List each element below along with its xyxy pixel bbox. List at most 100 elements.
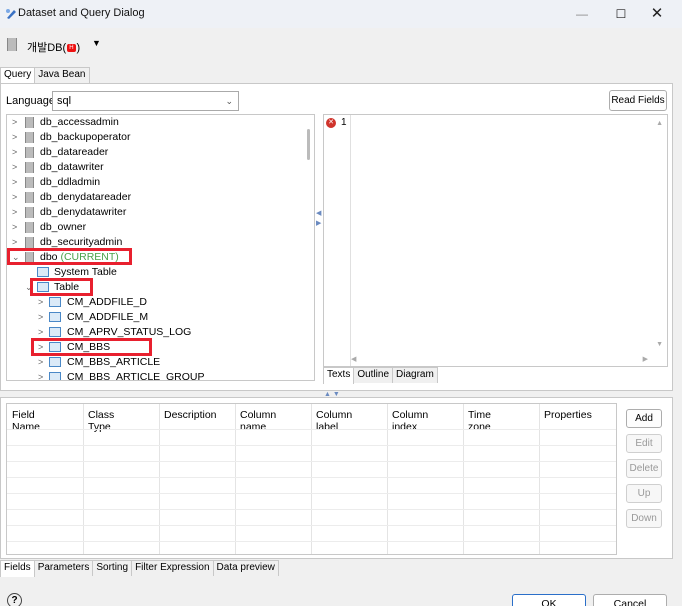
tab-texts[interactable]: Texts — [323, 367, 355, 384]
ok-button[interactable]: OK — [512, 594, 586, 606]
app-icon — [6, 9, 16, 19]
editor-tabs: Texts Outline Diagram — [323, 367, 438, 384]
column-divider — [387, 404, 388, 554]
schema-icon — [25, 192, 34, 203]
window-title: Dataset and Query Dialog — [18, 7, 145, 19]
tree-item-label: db_denydatawriter — [40, 206, 127, 218]
tab-diagram[interactable]: Diagram — [392, 367, 438, 383]
database-icon — [7, 38, 17, 51]
down-button[interactable]: Down — [626, 509, 662, 528]
chevron-right-icon[interactable]: > — [12, 220, 22, 235]
row-divider — [7, 429, 616, 430]
bottom-tabs: Fields Parameters Sorting Filter Express… — [0, 560, 279, 577]
chevron-down-icon: ⌄ — [225, 96, 233, 106]
splitter-arrows-icon[interactable]: ◀ ▶ — [316, 209, 321, 229]
chevron-right-icon[interactable]: > — [12, 190, 22, 205]
datasource-badge: H — [67, 44, 76, 52]
row-divider — [7, 461, 616, 462]
tree-item-label: CM_ADDFILE_D — [67, 296, 147, 308]
tree-item-label: db_datawriter — [40, 161, 104, 173]
schema-icon — [25, 162, 34, 173]
column-divider — [463, 404, 464, 554]
top-tabs: Query Java Bean — [0, 67, 90, 84]
row-divider — [7, 493, 616, 494]
tab-parameters[interactable]: Parameters — [33, 560, 94, 576]
chevron-right-icon[interactable]: > — [38, 355, 48, 370]
row-divider — [7, 541, 616, 542]
table-icon — [49, 312, 61, 322]
column-divider — [235, 404, 236, 554]
column-divider — [311, 404, 312, 554]
scroll-right-icon[interactable]: ▶ — [643, 355, 648, 363]
error-icon: ✕ — [326, 118, 336, 128]
datasource-selector[interactable]: 개발DB(H) — [27, 39, 80, 55]
language-value: sql — [57, 95, 72, 107]
tab-query[interactable]: Query — [0, 67, 36, 84]
tree-scrollbar[interactable] — [307, 129, 310, 160]
language-label: Language — [6, 95, 55, 107]
dialog-button-bar: ? OK Cancel — [0, 582, 682, 606]
tree-item-label: db_owner — [40, 221, 87, 233]
chevron-right-icon[interactable]: > — [12, 205, 22, 220]
chevron-right-icon[interactable]: > — [12, 115, 22, 130]
tree-item-label: db_datareader — [40, 146, 109, 158]
read-fields-button[interactable]: Read Fields — [609, 90, 667, 111]
datasource-bar: 개발DB(H) ▼ — [0, 28, 682, 64]
column-divider — [539, 404, 540, 554]
editor-gutter — [350, 115, 351, 366]
chevron-right-icon[interactable]: > — [38, 295, 48, 310]
tree-item-label: db_backupoperator — [40, 131, 131, 143]
scroll-left-icon[interactable]: ◀ — [351, 355, 356, 363]
chevron-right-icon[interactable]: > — [12, 130, 22, 145]
add-button[interactable]: Add — [626, 409, 662, 428]
tree-item-label: db_accessadmin — [40, 116, 119, 128]
tab-outline[interactable]: Outline — [353, 367, 394, 383]
chevron-right-icon[interactable]: > — [12, 145, 22, 160]
tree-item-label: CM_ADDFILE_M — [67, 311, 149, 323]
delete-button[interactable]: Delete — [626, 459, 662, 478]
table-folder-icon — [37, 267, 49, 277]
tree-item-label: db_denydatareader — [40, 191, 132, 203]
column-header[interactable]: Description — [164, 409, 217, 421]
schema-icon — [25, 147, 34, 158]
cancel-button[interactable]: Cancel — [593, 594, 667, 606]
up-button[interactable]: Up — [626, 484, 662, 503]
tree-item-label: db_ddladmin — [40, 176, 101, 188]
chevron-right-icon[interactable]: > — [38, 370, 48, 380]
highlight-box-cm-bbs — [31, 338, 152, 356]
column-divider — [159, 404, 160, 554]
table-icon — [49, 357, 61, 367]
help-icon[interactable]: ? — [7, 593, 22, 606]
schema-tree[interactable]: > db_accessadmin > db_backupoperator > db_d… — [6, 114, 315, 381]
column-header[interactable]: Properties — [544, 409, 592, 421]
schema-icon — [25, 117, 34, 128]
scroll-up-icon[interactable]: ▲ — [656, 120, 663, 127]
line-number: 1 — [341, 117, 347, 128]
chevron-right-icon[interactable]: > — [12, 160, 22, 175]
datasource-name-suffix: ) — [76, 42, 81, 54]
query-editor[interactable]: ✕ 1 ▲ ▼ ◀ ▶ — [323, 114, 668, 367]
schema-icon — [25, 207, 34, 218]
close-button[interactable]: ✕ — [642, 4, 672, 24]
tab-sorting[interactable]: Sorting — [92, 560, 133, 576]
edit-button[interactable]: Edit — [626, 434, 662, 453]
chevron-down-icon[interactable]: ▼ — [92, 38, 101, 48]
schema-icon — [25, 222, 34, 233]
title-bar: Dataset and Query Dialog — ☐ ✕ — [0, 0, 682, 28]
fields-table[interactable]: Field Name Class Type Description Column… — [6, 403, 617, 555]
tree-item-label: CM_BBS_ARTICLE — [67, 356, 161, 368]
chevron-right-icon[interactable]: > — [38, 310, 48, 325]
tab-filter-expression[interactable]: Filter Expression — [131, 560, 214, 576]
chevron-right-icon[interactable]: > — [12, 175, 22, 190]
scroll-down-icon[interactable]: ▼ — [656, 341, 663, 348]
highlight-box-table — [30, 278, 93, 296]
tab-fields[interactable]: Fields — [0, 560, 35, 577]
language-select[interactable]: sql ⌄ — [52, 91, 239, 111]
minimize-button[interactable]: — — [567, 4, 597, 24]
row-divider — [7, 445, 616, 446]
editor-hscrollbar[interactable]: ◀ ▶ — [350, 354, 668, 367]
tab-data-preview[interactable]: Data preview — [212, 560, 279, 576]
highlight-box-dbo — [7, 248, 132, 265]
maximize-button[interactable]: ☐ — [606, 4, 636, 24]
tab-java-bean[interactable]: Java Bean — [34, 67, 90, 83]
